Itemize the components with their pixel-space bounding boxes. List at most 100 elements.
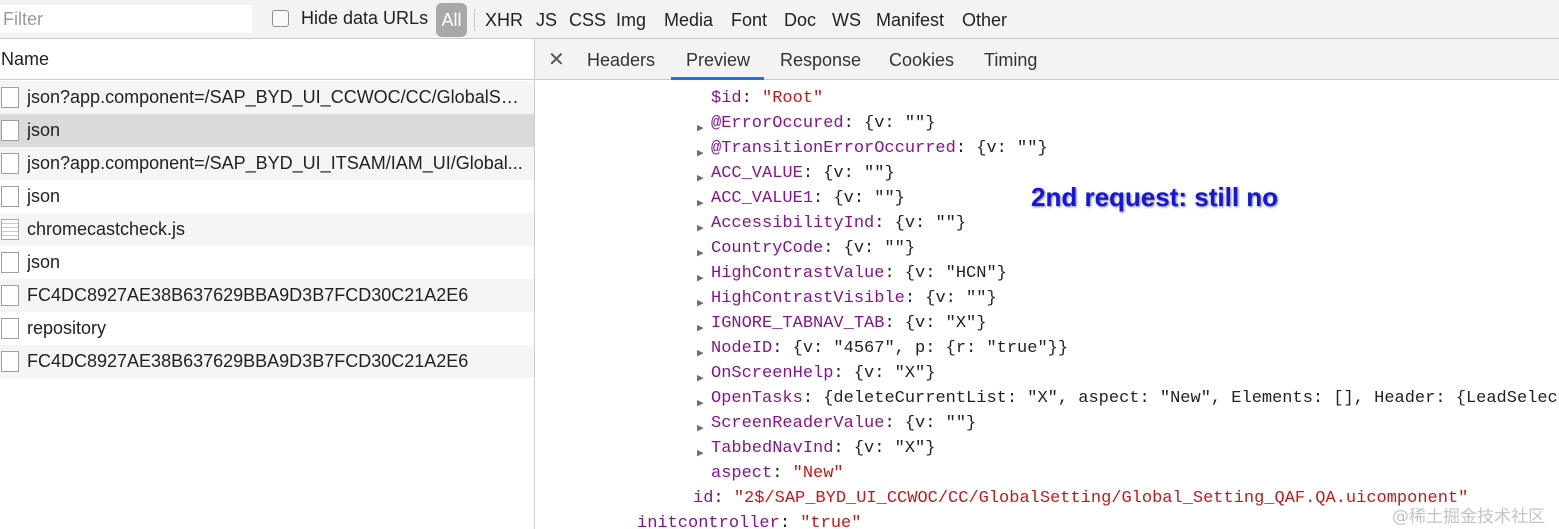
expand-arrow-icon[interactable]: ▶ xyxy=(697,368,704,390)
property-key: @ErrorOccured xyxy=(711,114,844,133)
tab-cookies[interactable]: Cookies xyxy=(889,50,954,71)
key-separator: : xyxy=(884,264,905,283)
request-name: json xyxy=(27,120,61,140)
preview-line[interactable]: ▶ HighContrastValue: {v: "HCN"} xyxy=(697,263,1007,285)
preview-line[interactable]: ▶ @TransitionErrorOccurred: {v: ""} xyxy=(697,138,1048,160)
property-value: {v: ""} xyxy=(843,239,916,258)
document-icon xyxy=(1,87,19,108)
property-key: HighContrastValue xyxy=(711,264,885,283)
toolbar-divider xyxy=(474,9,475,31)
property-value: {v: "X"} xyxy=(853,439,936,458)
property-key: OpenTasks xyxy=(711,389,803,408)
type-filter-xhr[interactable]: XHR xyxy=(485,10,523,31)
preview-line: aspect: "New" xyxy=(711,463,844,485)
expand-arrow-icon[interactable]: ▶ xyxy=(697,218,704,240)
name-column-header[interactable]: Name xyxy=(0,39,534,80)
script-icon xyxy=(1,219,19,240)
key-separator: : xyxy=(874,214,895,233)
preview-line[interactable]: ▶ NodeID: {v: "4567", p: {r: "true"}} xyxy=(697,338,1068,360)
type-filter-ws[interactable]: WS xyxy=(832,10,861,31)
property-value: {v: "HCN"} xyxy=(904,264,1007,283)
request-row[interactable]: FC4DC8927AE38B637629BBA9D3B7FCD30C21A2E6 xyxy=(0,279,534,312)
type-filter-img[interactable]: Img xyxy=(616,10,646,31)
type-filter-all[interactable]: All xyxy=(436,3,467,37)
type-filter-js[interactable]: JS xyxy=(536,10,557,31)
request-row[interactable]: json xyxy=(0,114,534,147)
tab-timing[interactable]: Timing xyxy=(984,50,1037,71)
request-name: json?app.component=/SAP_BYD_UI_ITSAM/IAM… xyxy=(27,153,523,173)
expand-arrow-icon[interactable]: ▶ xyxy=(697,143,704,165)
preview-line[interactable]: ▶ OpenTasks: {deleteCurrentList: "X", asp… xyxy=(697,388,1558,410)
key-separator: : xyxy=(741,89,763,108)
type-filter-font[interactable]: Font xyxy=(731,10,767,31)
key-separator: : xyxy=(813,189,834,208)
document-icon xyxy=(1,285,19,306)
document-icon xyxy=(1,351,19,372)
property-value: {v: ""} xyxy=(925,289,997,308)
close-icon[interactable]: ✕ xyxy=(548,47,565,72)
type-filter-media[interactable]: Media xyxy=(664,10,713,31)
key-separator: : xyxy=(713,489,734,508)
hide-data-urls-label: Hide data URLs xyxy=(301,8,429,28)
property-value: {v: "X"} xyxy=(853,364,936,383)
property-key: initcontroller xyxy=(637,514,780,529)
request-row[interactable]: json?app.component=/SAP_BYD_UI_ITSAM/IAM… xyxy=(0,147,534,180)
expand-arrow-icon[interactable]: ▶ xyxy=(697,418,704,440)
request-row[interactable]: FC4DC8927AE38B637629BBA9D3B7FCD30C21A2E6 xyxy=(0,345,534,378)
expand-arrow-icon[interactable]: ▶ xyxy=(697,293,704,315)
expand-arrow-icon[interactable]: ▶ xyxy=(697,193,704,215)
tab-headers[interactable]: Headers xyxy=(587,50,655,71)
request-row[interactable]: json xyxy=(0,246,534,279)
preview-line[interactable]: ▶ TabbedNavInd: {v: "X"} xyxy=(697,438,936,460)
document-icon xyxy=(1,120,19,141)
property-key: HighContrastVisible xyxy=(711,289,905,308)
preview-line[interactable]: ▶ ScreenReaderValue: {v: ""} xyxy=(697,413,976,435)
property-value: "true" xyxy=(800,514,862,529)
request-row[interactable]: json xyxy=(0,180,534,213)
tab-preview[interactable]: Preview xyxy=(686,50,750,71)
key-separator: : xyxy=(833,364,854,383)
filter-input[interactable] xyxy=(0,5,252,33)
expand-arrow-icon[interactable]: ▶ xyxy=(697,243,704,265)
hide-data-urls-toggle[interactable]: Hide data URLs xyxy=(272,8,428,29)
property-key: aspect xyxy=(711,464,773,483)
hide-data-urls-checkbox[interactable] xyxy=(272,10,289,27)
preview-line: initcontroller: "true" xyxy=(637,513,861,529)
document-icon xyxy=(1,153,19,174)
tab-response[interactable]: Response xyxy=(780,50,861,71)
preview-pane[interactable]: $id: "Root" ▶ @ErrorOccured: {v: ""} ▶ @Tran… xyxy=(535,80,1559,529)
property-key: ACC_VALUE xyxy=(711,164,803,183)
type-filter-css[interactable]: CSS xyxy=(569,10,606,31)
expand-arrow-icon[interactable]: ▶ xyxy=(697,318,704,340)
type-filter-doc[interactable]: Doc xyxy=(784,10,816,31)
property-value: {deleteCurrentList: "X", aspect: "New", … xyxy=(823,389,1558,408)
request-row[interactable]: repository xyxy=(0,312,534,345)
expand-arrow-icon[interactable]: ▶ xyxy=(697,343,704,365)
preview-line[interactable]: ▶ IGNORE_TABNAV_TAB: {v: "X"} xyxy=(697,313,986,335)
preview-line[interactable]: ▶ ACC_VALUE: {v: ""} xyxy=(697,163,895,185)
preview-line[interactable]: ▶ CountryCode: {v: ""} xyxy=(697,238,916,260)
property-key: OnScreenHelp xyxy=(711,364,834,383)
property-value: {v: ""} xyxy=(976,139,1048,158)
preview-line[interactable]: ▶ AccessibilityInd: {v: ""} xyxy=(697,213,966,235)
request-row[interactable]: chromecastcheck.js xyxy=(0,213,534,246)
request-row[interactable]: json?app.component=/SAP_BYD_UI_CCWOC/CC/… xyxy=(0,81,534,114)
type-filter-other[interactable]: Other xyxy=(962,10,1007,31)
preview-line[interactable]: ▶ ACC_VALUE1: {v: ""} xyxy=(697,188,905,210)
type-filter-manifest[interactable]: Manifest xyxy=(876,10,944,31)
key-separator: : xyxy=(833,439,854,458)
expand-arrow-icon[interactable]: ▶ xyxy=(697,118,704,140)
preview-line[interactable]: ▶ OnScreenHelp: {v: "X"} xyxy=(697,363,936,385)
key-separator: : xyxy=(884,314,905,333)
expand-arrow-icon[interactable]: ▶ xyxy=(697,393,704,415)
preview-line[interactable]: ▶ HighContrastVisible: {v: ""} xyxy=(697,288,997,310)
expand-arrow-icon[interactable]: ▶ xyxy=(697,268,704,290)
property-value: {v: ""} xyxy=(823,164,895,183)
annotation-text: 2nd request: still no xyxy=(1031,182,1279,212)
expand-arrow-icon[interactable]: ▶ xyxy=(697,443,704,465)
expand-arrow-icon[interactable]: ▶ xyxy=(697,168,704,190)
filter-toolbar: Hide data URLs All XHR JS CSS Img Media … xyxy=(0,0,1559,39)
property-value: "New" xyxy=(792,464,844,483)
key-separator: : xyxy=(904,289,926,308)
preview-line[interactable]: ▶ @ErrorOccured: {v: ""} xyxy=(697,113,935,135)
